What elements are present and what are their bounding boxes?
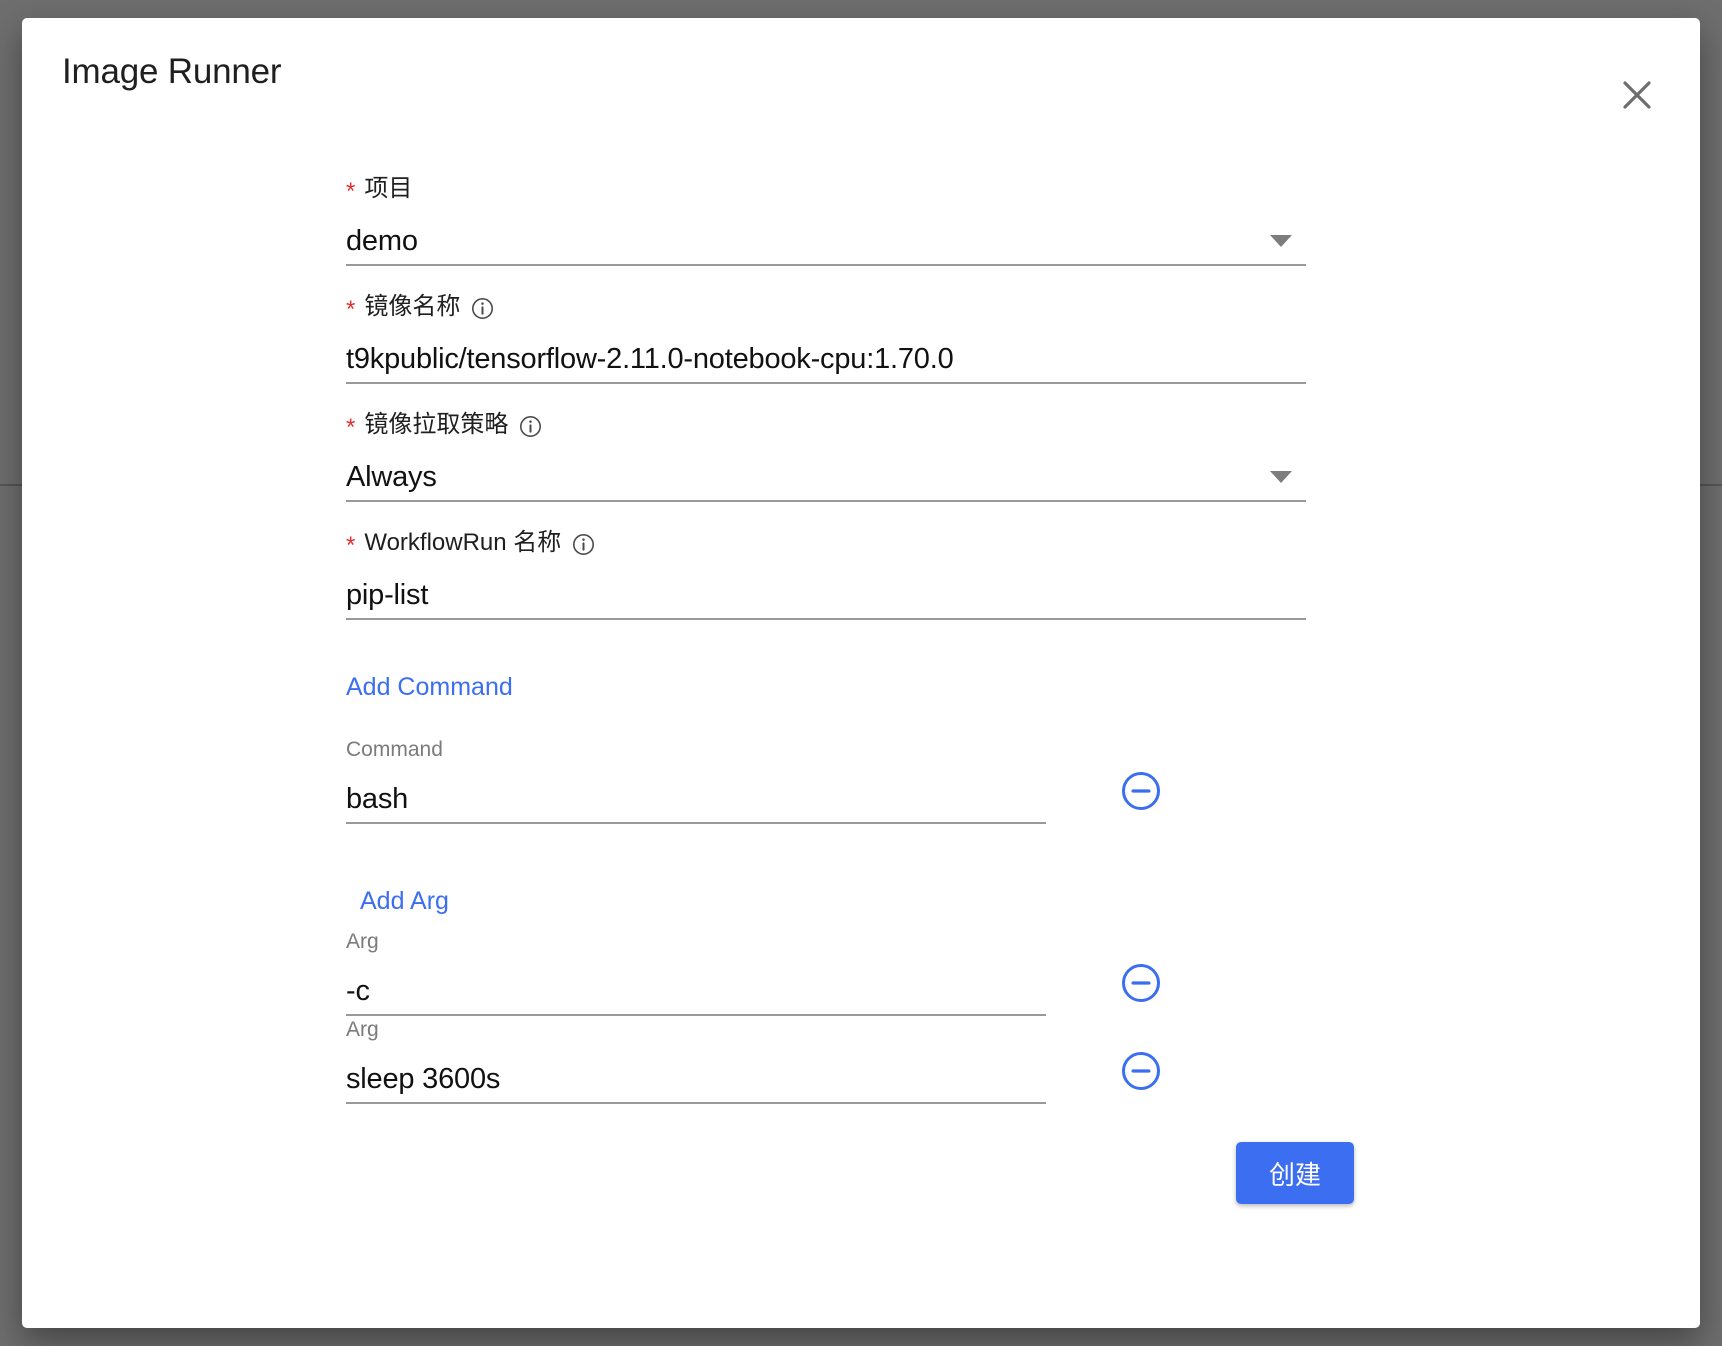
arg-input-value: -c	[346, 975, 370, 1007]
arg-input-value: sleep 3600s	[346, 1063, 501, 1095]
command-rows: Command bash	[346, 736, 1306, 824]
field-workflowrun-name-label: * WorkflowRun 名称	[346, 526, 1306, 560]
arg-input[interactable]: -c	[346, 968, 1046, 1016]
arg-row-label: Arg	[346, 930, 379, 953]
dialog-title: Image Runner	[62, 52, 282, 91]
remove-command-button[interactable]	[1120, 770, 1162, 812]
field-image-pull-policy-label: * 镜像拉取策略	[346, 408, 1306, 442]
image-name-input[interactable]: t9kpublic/tensorflow-2.11.0-notebook-cpu…	[346, 336, 1306, 384]
field-workflowrun-name: * WorkflowRun 名称 pip-list	[346, 526, 1306, 620]
background-page-divider-left	[0, 484, 22, 486]
create-button[interactable]: 创建	[1236, 1142, 1354, 1204]
project-select[interactable]: demo	[346, 218, 1306, 266]
add-arg-button[interactable]: Add Arg	[360, 886, 449, 916]
image-runner-form: * 项目 demo * 镜像名称 t9kpublic/tensorflow-2.…	[346, 172, 1306, 1104]
command-input[interactable]: bash	[346, 776, 1046, 824]
close-icon	[1620, 78, 1654, 112]
info-icon[interactable]	[572, 533, 595, 556]
project-select-value: demo	[346, 225, 418, 257]
required-asterisk: *	[346, 296, 356, 323]
arg-row: Arg -c	[346, 928, 1306, 1016]
arg-row: Arg sleep 3600s	[346, 1016, 1306, 1104]
arg-field: Arg sleep 3600s	[346, 1016, 1046, 1104]
field-workflowrun-name-label-text: WorkflowRun 名称	[364, 529, 562, 556]
remove-arg-button[interactable]	[1120, 1050, 1162, 1092]
image-runner-dialog: Image Runner * 项目 demo * 镜像名称 t9kpublic/…	[22, 18, 1700, 1328]
minus-circle-icon	[1120, 1050, 1162, 1092]
field-project-label-text: 项目	[364, 175, 413, 202]
remove-arg-button[interactable]	[1120, 962, 1162, 1004]
minus-circle-icon	[1120, 962, 1162, 1004]
chevron-down-icon	[1270, 471, 1292, 483]
field-image-name-label: * 镜像名称	[346, 290, 1306, 324]
add-command-button[interactable]: Add Command	[346, 672, 513, 702]
image-pull-policy-select-value: Always	[346, 461, 437, 493]
field-project: * 项目 demo	[346, 172, 1306, 266]
required-asterisk: *	[346, 178, 356, 205]
command-row-label: Command	[346, 738, 443, 761]
field-image-pull-policy-label-text: 镜像拉取策略	[364, 411, 509, 438]
image-name-input-value: t9kpublic/tensorflow-2.11.0-notebook-cpu…	[346, 343, 954, 375]
arg-section: Add Arg Arg -c Arg sleep 3600s	[346, 886, 1306, 1104]
info-icon[interactable]	[471, 297, 494, 320]
minus-circle-icon	[1120, 770, 1162, 812]
required-asterisk: *	[346, 414, 356, 441]
info-icon[interactable]	[519, 415, 542, 438]
command-section: Add Command Command bash	[346, 672, 1306, 824]
chevron-down-icon	[1270, 235, 1292, 247]
close-button[interactable]	[1610, 68, 1664, 122]
command-input-value: bash	[346, 783, 409, 815]
command-field: Command bash	[346, 736, 1046, 824]
arg-row-label: Arg	[346, 1018, 379, 1041]
image-pull-policy-select[interactable]: Always	[346, 454, 1306, 502]
field-image-pull-policy: * 镜像拉取策略 Always	[346, 408, 1306, 502]
workflowrun-name-input[interactable]: pip-list	[346, 572, 1306, 620]
field-image-name: * 镜像名称 t9kpublic/tensorflow-2.11.0-noteb…	[346, 290, 1306, 384]
command-row: Command bash	[346, 736, 1306, 824]
required-asterisk: *	[346, 532, 356, 559]
background-page-divider-right	[1700, 484, 1722, 486]
arg-rows: Arg -c Arg sleep 3600s	[346, 928, 1306, 1104]
field-project-label: * 项目	[346, 172, 1306, 206]
workflowrun-name-input-value: pip-list	[346, 579, 429, 611]
arg-input[interactable]: sleep 3600s	[346, 1056, 1046, 1104]
field-image-name-label-text: 镜像名称	[364, 293, 461, 320]
arg-field: Arg -c	[346, 928, 1046, 1016]
